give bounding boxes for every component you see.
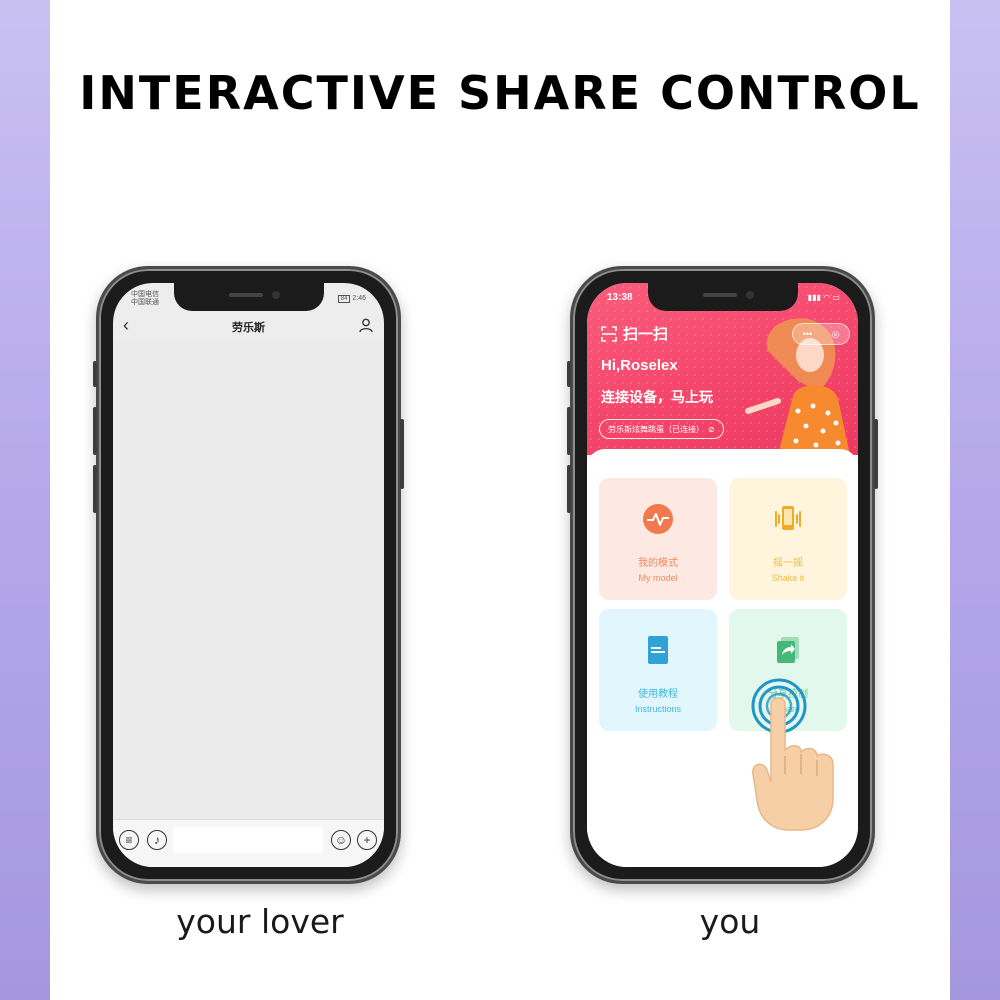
my-model-sublabel: My model [638, 573, 678, 583]
volume-up-button [93, 407, 97, 455]
volume-down-button [93, 465, 97, 513]
chat-header: ‹ 劳乐斯 [113, 313, 384, 341]
shake-it-tile[interactable]: 摇一摇 Shake it [729, 478, 847, 600]
mute-switch [567, 361, 571, 387]
scan-label: 扫一扫 [623, 326, 669, 343]
connected-device-pill[interactable]: 劳乐斯炫舞跳蛋（已连接） ⊘ [599, 419, 724, 439]
instructions-tile[interactable]: 使用教程 Instructions [599, 609, 717, 731]
book-icon [648, 636, 668, 664]
pulse-icon [643, 504, 673, 534]
carrier-labels: 中国电信 中国联通 [131, 291, 159, 307]
you-caption: you [699, 902, 761, 941]
device-status-label: 劳乐斯炫舞跳蛋（已连接） [608, 424, 704, 434]
left-decorative-band [0, 0, 50, 1000]
tapping-hand-icon [751, 678, 834, 831]
status-right: 84 2:46 [337, 295, 366, 303]
carrier-1: 中国电信 [131, 291, 159, 298]
volume-down-button [567, 465, 571, 513]
right-decorative-band [950, 0, 1000, 1000]
share-icon [777, 637, 799, 663]
chat-contact-name: 劳乐斯 [232, 322, 265, 334]
greeting-text: Hi,Roselex [601, 357, 678, 374]
power-button [874, 419, 878, 489]
status-time: 2:46 [352, 295, 366, 302]
carrier-2: 中国联通 [131, 299, 159, 306]
shake-it-sublabel: Shake it [771, 573, 805, 583]
battery-icon: 84 [337, 295, 351, 303]
notch [173, 283, 324, 311]
connect-slogan: 连接设备，马上玩 [601, 389, 713, 405]
scan-button[interactable]: 扫一扫 [601, 323, 668, 344]
power-button [400, 419, 404, 489]
mute-switch [93, 361, 97, 387]
chat-text-input[interactable] [173, 827, 323, 853]
more-icon[interactable]: ••• [803, 329, 812, 339]
lover-chat-screen: 中国电信 中国联通 84 2:46 ‹ 劳乐斯 ≡ ♪ ☺ + [113, 283, 384, 867]
shake-it-label: 摇一摇 [773, 558, 803, 569]
shake-phone-icon [775, 506, 801, 530]
notch [647, 283, 798, 311]
instructions-sublabel: Instructions [634, 704, 682, 714]
scan-icon [601, 325, 617, 342]
lover-caption: your lover [176, 902, 344, 941]
lover-phone: 中国电信 中国联通 84 2:46 ‹ 劳乐斯 ≡ ♪ ☺ + [93, 266, 404, 884]
chat-message-area[interactable] [113, 341, 384, 819]
my-model-label: 我的模式 [638, 558, 678, 569]
plus-icon[interactable]: + [357, 830, 377, 850]
my-model-tile[interactable]: 我的模式 My model [599, 478, 717, 600]
mini-program-capsule[interactable]: ••• ◎ [792, 323, 850, 345]
voice-icon[interactable]: ♪ [147, 830, 167, 850]
person-icon[interactable] [358, 317, 374, 333]
your-phone: 13:38 ▮▮▮ ◠ ▭ 扫一扫 ••• ◎ Hi,Roselex 连接设备，… [567, 266, 878, 884]
close-circle-icon[interactable]: ◎ [831, 329, 839, 340]
page-title: INTERACTIVE SHARE CONTROL [79, 66, 921, 120]
link-icon: ⊘ [708, 424, 715, 434]
signal-wifi-battery-icon: ▮▮▮ ◠ ▭ [807, 293, 840, 302]
status-time: 13:38 [607, 292, 633, 303]
list-icon[interactable]: ≡ [119, 830, 139, 850]
chat-input-bar: ≡ ♪ ☺ + [113, 819, 384, 867]
instructions-label: 使用教程 [638, 689, 678, 700]
app-home-screen: 13:38 ▮▮▮ ◠ ▭ 扫一扫 ••• ◎ Hi,Roselex 连接设备，… [587, 283, 858, 867]
emoji-icon[interactable]: ☺ [331, 830, 351, 850]
volume-up-button [567, 407, 571, 455]
